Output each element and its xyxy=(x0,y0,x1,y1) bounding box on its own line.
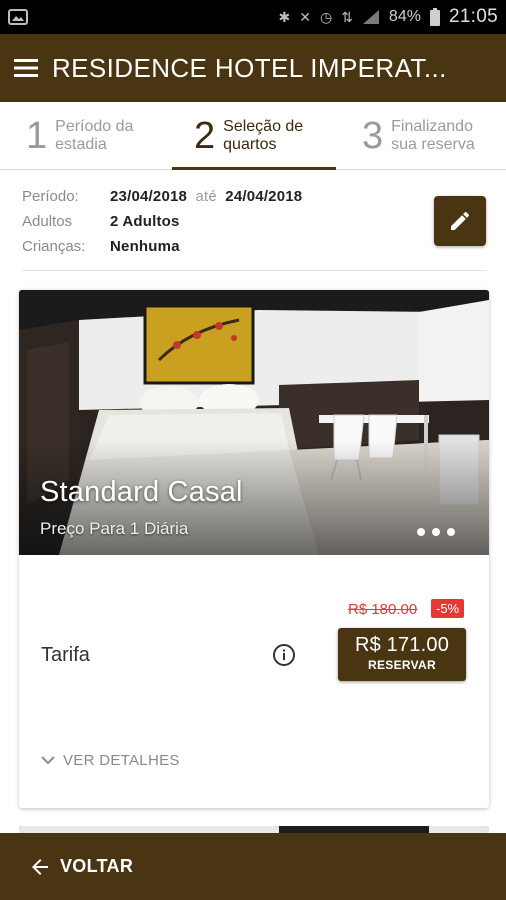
gallery-notification-icon xyxy=(8,9,28,25)
step-label-line1: Finalizando xyxy=(391,117,473,135)
discount-badge: -5% xyxy=(431,599,465,618)
battery-icon xyxy=(429,8,440,26)
children-value: Nenhuma xyxy=(110,238,180,255)
booking-stepper: 1 Período da estadia 2 Seleção de quarto… xyxy=(0,102,506,170)
hamburger-menu-icon xyxy=(14,59,38,77)
bluetooth-icon: ✱ xyxy=(278,9,291,25)
step-period[interactable]: 1 Período da estadia xyxy=(0,102,170,169)
arrow-left-icon xyxy=(32,858,48,875)
pager-dot xyxy=(417,528,425,536)
bottom-bar: VOLTAR xyxy=(0,833,506,900)
menu-button[interactable] xyxy=(0,34,52,102)
summary-adults-row: Adultos 2 Adultos xyxy=(22,209,462,234)
room-price-note: Preço Para 1 Diária xyxy=(40,519,189,538)
reserve-label: RESERVAR xyxy=(368,658,436,672)
adults-value: 2 Adultos xyxy=(110,213,180,230)
step-label-line2: quartos xyxy=(223,135,277,153)
pencil-icon xyxy=(451,211,470,230)
step-label: Período da estadia xyxy=(55,118,155,154)
reserve-price: R$ 171.00 xyxy=(354,634,450,656)
alarm-icon: ◷ xyxy=(319,9,333,25)
page-title: RESIDENCE HOTEL IMPERAT... xyxy=(52,52,447,83)
rate-label: Tarifa xyxy=(41,644,90,666)
summary-divider xyxy=(22,270,486,271)
step-label: Seleção de quartos xyxy=(223,118,323,154)
signal-icon xyxy=(362,10,379,24)
view-details-label: VER DETALHES xyxy=(63,752,180,769)
info-icon[interactable] xyxy=(272,643,296,667)
step-finalize[interactable]: 3 Finalizando sua reserva xyxy=(338,102,506,169)
status-bar: ✱ ✕ ◷ ⇅ 84% 21:05 xyxy=(0,0,506,34)
step-number: 2 xyxy=(194,114,216,157)
pager-dot xyxy=(432,528,440,536)
old-price: R$ 180.00 xyxy=(348,601,418,618)
step-label-line1: Seleção de xyxy=(223,117,304,135)
step-number: 1 xyxy=(26,114,48,157)
chevron-down-icon xyxy=(41,755,55,764)
room-card: Standard Casal Preço Para 1 Diária R$ 18… xyxy=(19,290,489,808)
view-details-link[interactable]: VER DETALHES xyxy=(41,752,180,769)
step-room-selection[interactable]: 2 Seleção de quartos xyxy=(170,102,338,170)
period-value: 23/04/2018 até 24/04/2018 xyxy=(110,188,302,205)
step-label: Finalizando sua reserva xyxy=(391,118,491,154)
step-number: 3 xyxy=(362,114,384,157)
summary-children-row: Crianças: Nenhuma xyxy=(22,234,462,259)
app-bar: RESIDENCE HOTEL IMPERAT... xyxy=(0,34,506,102)
period-label: Período: xyxy=(22,188,79,205)
reserve-button[interactable]: R$ 171.00 RESERVAR xyxy=(338,628,466,681)
pager-dot xyxy=(447,528,455,536)
back-label: VOLTAR xyxy=(60,856,134,876)
mute-icon: ✕ xyxy=(299,9,311,25)
step-label-line2: sua reserva xyxy=(391,135,475,153)
children-label: Crianças: xyxy=(22,238,86,255)
period-start: 23/04/2018 xyxy=(110,188,188,205)
room-photo-illustration xyxy=(19,290,489,555)
room-name: Standard Casal xyxy=(40,476,243,508)
period-end: 24/04/2018 xyxy=(225,188,303,205)
clock: 21:05 xyxy=(448,6,498,27)
summary-period-row: Período: 23/04/2018 até 24/04/2018 xyxy=(22,184,462,209)
step-label-line1: Período da xyxy=(55,117,134,135)
room-photo[interactable]: Standard Casal Preço Para 1 Diária xyxy=(19,290,489,555)
edit-booking-button[interactable] xyxy=(434,196,486,246)
hotel-booking-screen: ✱ ✕ ◷ ⇅ 84% 21:05 RESIDENCE HOTEL IMPERA… xyxy=(0,0,506,900)
data-saver-icon: ⇅ xyxy=(341,9,353,25)
period-separator: até xyxy=(195,188,217,205)
booking-summary: Período: 23/04/2018 até 24/04/2018 Adult… xyxy=(22,184,462,259)
battery-percent: 84% xyxy=(388,8,421,25)
step-label-line2: estadia xyxy=(55,135,107,153)
adults-label: Adultos xyxy=(22,213,73,230)
back-button[interactable]: VOLTAR xyxy=(28,855,133,879)
photo-pager-dots[interactable] xyxy=(417,528,455,536)
